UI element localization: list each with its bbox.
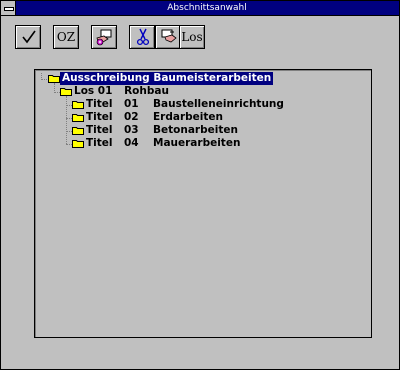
title-name: Baustelleneinrichtung — [153, 98, 284, 110]
tree-node-title[interactable]: Titel 02 Erdarbeiten — [86, 111, 223, 124]
section-tree[interactable]: Ausschreibung Baumeisterarbeiten Los 01 … — [34, 69, 372, 338]
checkmark-icon — [22, 30, 36, 44]
title-number: 04 — [124, 137, 139, 149]
paste-hand-icon — [161, 29, 177, 43]
title-name: Mauerarbeiten — [153, 137, 241, 149]
title-label: Titel — [86, 111, 113, 123]
window-title: Abschnittsanwahl — [167, 3, 247, 13]
title-number: 01 — [124, 98, 139, 110]
insert-button[interactable] — [91, 25, 117, 49]
system-menu-button[interactable] — [1, 1, 16, 15]
folder-icon — [72, 140, 84, 148]
tree-node-los-name: Rohbau — [124, 85, 169, 97]
title-name: Betonarbeiten — [153, 124, 238, 136]
paste-button[interactable] — [155, 25, 181, 49]
system-menu-icon — [4, 7, 14, 11]
folder-icon — [60, 88, 72, 96]
insert-hand-icon — [96, 29, 112, 46]
title-number: 03 — [124, 124, 139, 136]
title-number: 02 — [124, 111, 139, 123]
tree-node-root-label: Ausschreibung Baumeisterarbeiten — [62, 72, 272, 84]
tree-node-los[interactable]: Los 01 Rohbau — [74, 85, 169, 98]
tree-node-root[interactable]: Ausschreibung Baumeisterarbeiten — [60, 72, 274, 85]
oz-button[interactable]: OZ — [53, 25, 79, 49]
tree-line — [66, 96, 67, 144]
dialog-window: Abschnittsanwahl OZ Los Ausschreibung Ba… — [0, 0, 400, 370]
title-label: Titel — [86, 98, 113, 110]
oz-button-label: OZ — [56, 30, 76, 44]
title-bar: Abschnittsanwahl — [1, 1, 399, 16]
ok-button[interactable] — [15, 25, 41, 49]
folder-icon — [48, 75, 60, 83]
title-label: Titel — [86, 137, 113, 149]
title-label: Titel — [86, 124, 113, 136]
los-button[interactable]: Los — [179, 25, 205, 49]
folder-icon — [72, 101, 84, 109]
folder-icon — [72, 114, 84, 122]
cut-button[interactable] — [129, 25, 155, 49]
tree-node-title[interactable]: Titel 03 Betonarbeiten — [86, 124, 238, 137]
title-name: Erdarbeiten — [153, 111, 223, 123]
tree-node-los-label: Los 01 — [74, 85, 113, 97]
tree-node-title[interactable]: Titel 01 Baustelleneinrichtung — [86, 98, 284, 111]
scissors-icon — [136, 28, 150, 46]
tree-node-title[interactable]: Titel 04 Mauerarbeiten — [86, 137, 240, 150]
folder-icon — [72, 127, 84, 135]
los-button-label: Los — [181, 30, 203, 44]
